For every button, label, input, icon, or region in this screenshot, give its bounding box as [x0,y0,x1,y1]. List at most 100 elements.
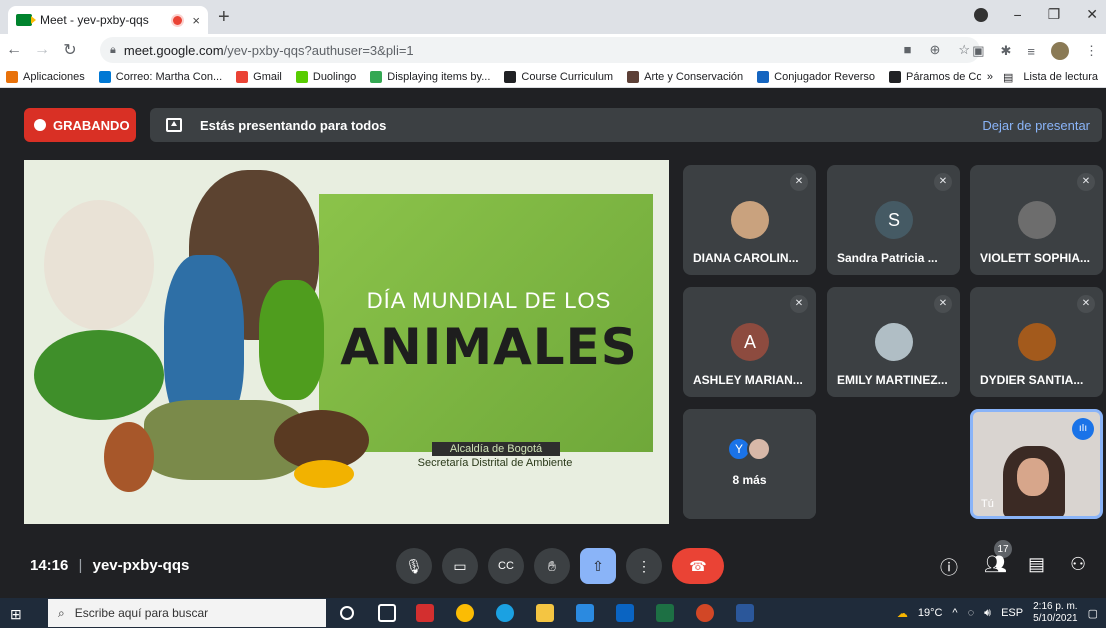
account-icon[interactable] [973,7,988,22]
chat-icon[interactable]: ▤ [1028,554,1045,575]
bookmark-star-icon[interactable]: ☆ [958,42,970,58]
bookmark-item[interactable]: Duolingo [295,70,356,83]
search-icon: ⌕ [58,605,65,620]
record-dot-icon [34,119,46,131]
activities-icon[interactable]: ⚇ [1070,554,1086,575]
slide-title-line2: ANIMALES [340,318,638,376]
close-window-button[interactable]: ✕ [1086,6,1098,23]
minimize-button[interactable]: − [1014,7,1022,23]
cortana-icon[interactable] [340,606,354,620]
taskbar-clock[interactable]: 2:16 p. m. 5/10/2021 [1033,601,1078,625]
browser-tab[interactable]: Meet - yev-pxby-qqs × [8,6,208,34]
bookmark-favicon-icon [627,70,640,83]
more-participants-tile[interactable]: Y 8 más [683,409,816,519]
stop-presenting-button[interactable]: Dejar de presentar [982,118,1090,133]
forward-icon[interactable]: → [28,41,56,59]
weather-temp[interactable]: 19°C [918,607,943,619]
participant-tile[interactable]: ✕ A ASHLEY MARIAN... [683,287,816,397]
avatar [731,201,769,239]
bookmark-label: Aplicaciones [23,70,85,83]
camera-button[interactable]: ▭ [442,548,478,584]
new-tab-button[interactable]: + [218,6,230,29]
taskbar-search-placeholder: Escribe aquí para buscar [74,606,209,620]
windows-start-icon[interactable]: ⊞ [10,606,22,623]
file-explorer-icon[interactable] [536,604,554,622]
slide-title-line1: DÍA MUNDIAL DE LOS [366,288,612,313]
volume-icon[interactable]: 🔊︎ [984,607,991,620]
bookmark-label: Course Curriculum [521,70,614,83]
menu-icon[interactable]: ⋮ [1085,43,1098,59]
url-bar[interactable]: 🔒︎ meet.google.com/yev-pxby-qqs?authuser… [100,37,980,63]
bookmark-label: Arte y Conservación [644,70,744,83]
participant-tile[interactable]: ✕ VIOLETT SOPHIA... [970,165,1103,275]
chrome-icon[interactable] [456,604,474,622]
restore-button[interactable]: ❐ [1048,6,1061,23]
task-view-icon[interactable] [378,604,396,622]
reading-list-label[interactable]: Lista de lectura [1023,71,1098,83]
weather-icon[interactable]: ☁ [897,607,908,620]
bookmark-item[interactable]: Arte y Conservación [627,70,744,83]
puzzle-icon[interactable]: ✱ [1001,43,1012,59]
tab-close-button[interactable]: × [192,13,200,28]
meeting-details-icon[interactable]: ⓘ [940,554,958,580]
notifications-icon[interactable]: ▢ [1088,607,1098,620]
reading-list-icon[interactable]: ≡ [1027,44,1035,59]
participant-tile[interactable]: ✕ DYDIER SANTIA... [970,287,1103,397]
meet-icon [16,14,36,26]
tray-chevron-icon[interactable]: ^ [952,607,957,619]
self-video-tile[interactable]: ıIı Tú [970,409,1103,519]
present-now-button[interactable]: ⇧ [580,548,616,584]
leave-call-button[interactable]: ☎︎ [672,548,724,584]
more-participants-label: 8 más [732,473,767,487]
more-options-button[interactable]: ⋮ [626,548,662,584]
recording-indicator-icon [173,15,183,25]
parrot-image [259,280,324,400]
language-indicator[interactable]: ESP [1001,607,1023,619]
meeting-info: 14:16 | yev-pxby-qqs [30,557,189,574]
excel-icon[interactable] [656,604,674,622]
bookmark-item[interactable]: Course Curriculum [504,70,614,83]
lock-icon: 🔒︎ [110,43,116,56]
profile-avatar[interactable] [1051,42,1069,60]
captions-button[interactable]: CC [488,548,524,584]
acrobat-icon[interactable] [416,604,434,622]
self-label: Tú [981,498,994,510]
bookmark-item[interactable]: Aplicaciones [6,70,85,83]
participant-name: Sandra Patricia ... [837,251,938,265]
avatar [875,323,913,361]
microphone-button[interactable]: 🎙︎ [396,548,432,584]
participant-tile[interactable]: ✕ EMILY MARTINEZ... [827,287,960,397]
network-icon[interactable]: ◌ [968,607,975,619]
bookmark-favicon-icon [370,70,383,83]
clock-time: 2:16 p. m. [1033,601,1078,612]
taskbar-search-box[interactable]: ⌕ Escribe aquí para buscar [48,599,326,627]
powerpoint-icon[interactable] [696,604,714,622]
more-bookmarks-button[interactable]: » [987,71,993,83]
avatar [1018,201,1056,239]
edge-icon[interactable] [496,604,514,622]
browser-tab-strip: Meet - yev-pxby-qqs × + − ❐ ✕ [0,0,1106,34]
extension-icon[interactable]: ▣ [972,43,984,59]
meet-controls-bar: 14:16 | yev-pxby-qqs 🎙︎ ▭ CC ✋︎ ⇧ ⋮ ☎︎ ⓘ… [0,536,1106,598]
bookmark-favicon-icon [98,70,111,83]
windows-taskbar: ⊞ ⌕ Escribe aquí para buscar ☁ 19°C ^ ◌ … [0,598,1106,628]
bookmark-item[interactable]: Displaying items by... [370,70,490,83]
reload-icon[interactable]: ↻ [56,40,84,60]
frog-image [294,460,354,488]
bookmark-item[interactable]: Gmail [236,70,282,83]
reading-list-icon[interactable]: ▤ [1003,71,1013,84]
people-icon[interactable]: 👥︎ [984,554,1007,575]
raise-hand-button[interactable]: ✋︎ [534,548,570,584]
participant-tile[interactable]: ✕ S Sandra Patricia ... [827,165,960,275]
word-icon[interactable] [736,604,754,622]
store-icon[interactable] [576,604,594,622]
participant-tile[interactable]: ✕ DIANA CAROLIN... [683,165,816,275]
camera-in-use-icon[interactable]: ■ [904,42,912,58]
mail-icon[interactable] [616,604,634,622]
back-icon[interactable]: ← [0,41,28,59]
bookmark-item[interactable]: Conjugador Reverso [757,70,876,83]
recording-button[interactable]: GRABANDO [24,108,136,142]
zoom-icon[interactable]: ⊕ [929,42,940,58]
bookmark-item[interactable]: Correo: Martha Con... [98,70,222,83]
bookmark-label: Conjugador Reverso [774,70,876,83]
